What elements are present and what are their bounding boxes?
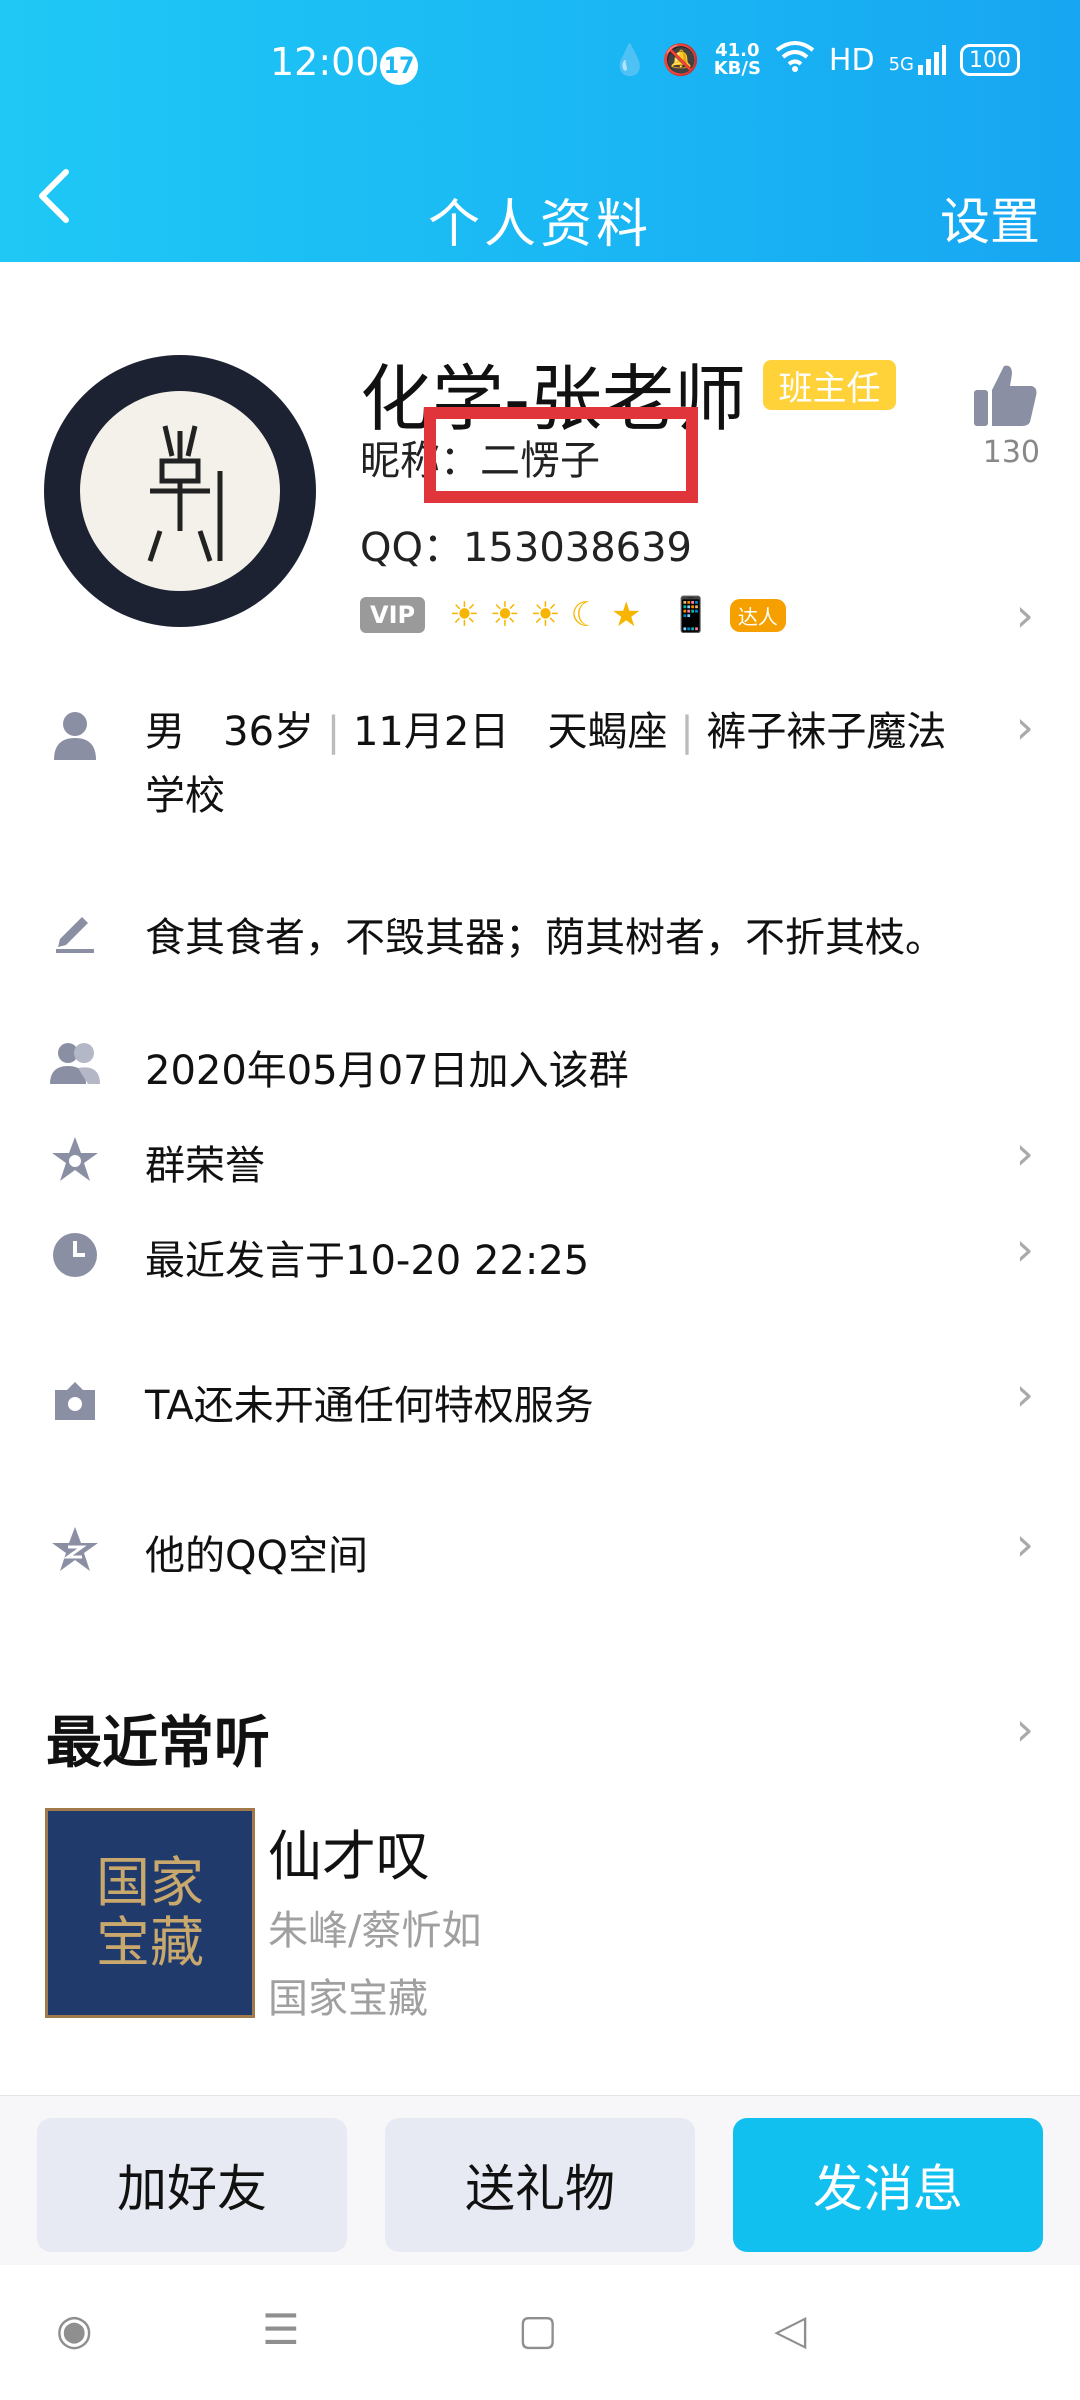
avatar-image (80, 391, 280, 591)
send-message-button[interactable]: 发消息 (733, 2118, 1043, 2252)
page-title: 个人资料 (427, 195, 652, 255)
sun-icon: ☀ (489, 595, 521, 635)
nav-bar: 个人资料 设置 (0, 132, 1080, 262)
hd-label: HD (828, 42, 875, 78)
album-cover[interactable]: 国家宝藏 (45, 1808, 255, 2018)
edit-pen-icon (50, 905, 100, 955)
like-button[interactable] (970, 360, 1040, 434)
group-honor[interactable]: 群荣誉 (145, 1133, 265, 1191)
privilege-icon (50, 1375, 100, 1425)
home-icon[interactable]: ▢ (518, 2305, 558, 2354)
album-cover-text: 国家宝藏 (96, 1851, 204, 1974)
level-badges[interactable]: VIP ☀ ☀ ☀ ☾ ★ 📱 达人 (360, 590, 786, 640)
chevron-right-icon[interactable]: › (1016, 1126, 1034, 1180)
qq-number: QQ：153038639 (360, 525, 693, 571)
chevron-right-icon[interactable]: › (1016, 588, 1034, 642)
system-nav-bar: ◉ ☰ ▢ ◁ (0, 2265, 1080, 2400)
phone-wing-icon: 📱 (669, 595, 712, 635)
birthday: 11月2日 (352, 709, 510, 755)
sun-icon: ☀ (449, 595, 480, 635)
clock-icon (50, 1230, 100, 1280)
thumbs-up-icon (974, 365, 1037, 426)
role-tag: 班主任 (763, 360, 896, 410)
gender: 男 (145, 709, 185, 755)
age: 36岁 (223, 709, 315, 755)
header: 12:00 17 💧 🔕 41.0 KB/S HD 5G 100 个人资料 设置 (0, 0, 1080, 262)
net-speed: 41.0 KB/S (714, 42, 761, 78)
status-icons: 💧 🔕 41.0 KB/S HD 5G 100 (611, 40, 1020, 80)
star-icon: ★ (611, 595, 642, 635)
assistant-icon[interactable]: ◉ (56, 2305, 93, 2354)
back-triangle-icon[interactable]: ◁ (774, 2305, 806, 2354)
signal-icon: 5G (889, 45, 946, 75)
notification-count-badge: 17 (380, 47, 418, 85)
avatar[interactable] (44, 355, 316, 627)
recent-listen-title: 最近常听 (46, 1711, 270, 1776)
album-name: 国家宝藏 (268, 1976, 428, 2022)
zodiac: 天蝎座 (547, 709, 668, 755)
mute-icon: 🔕 (662, 42, 700, 78)
battery-icon: 100 (960, 44, 1020, 76)
honor-star-icon (50, 1135, 100, 1185)
chevron-right-icon[interactable]: › (1016, 1702, 1034, 1756)
divider: | (326, 709, 353, 755)
joined-date: 2020年05月07日加入该群 (145, 1048, 629, 1094)
chevron-right-icon[interactable]: › (1016, 1367, 1034, 1421)
water-drop-icon: 💧 (610, 42, 649, 78)
person-icon (50, 710, 100, 760)
moon-icon: ☾ (570, 595, 602, 635)
add-friend-button[interactable]: 加好友 (37, 2118, 347, 2252)
song-title[interactable]: 仙才叹 (268, 1812, 430, 1891)
qzone-link[interactable]: 他的QQ空间 (145, 1523, 368, 1581)
like-count: 130 (982, 435, 1040, 470)
menu-icon[interactable]: ☰ (262, 2305, 300, 2354)
chevron-right-icon[interactable]: › (1016, 700, 1034, 754)
wifi-icon (775, 40, 815, 80)
qzone-star-icon (50, 1525, 100, 1575)
basic-info[interactable]: 男 36岁 | 11月2日 天蝎座 | 裤子袜子魔法学校 (145, 700, 985, 828)
highlight-box (424, 407, 698, 503)
chevron-right-icon[interactable]: › (1016, 1517, 1034, 1571)
daren-badge: 达人 (729, 598, 786, 632)
song-artist: 朱峰/蔡忻如 (268, 1908, 482, 1954)
signature: 食其食者，不毁其器；荫其树者，不折其枝。 (145, 915, 945, 961)
group-icon (50, 1038, 100, 1088)
divider: | (680, 709, 707, 755)
chevron-right-icon[interactable]: › (1016, 1222, 1034, 1276)
network-type: 5G (888, 54, 914, 75)
net-speed-unit: KB/S (713, 58, 761, 79)
status-bar: 12:00 17 💧 🔕 41.0 KB/S HD 5G 100 (0, 0, 1080, 132)
settings-button[interactable]: 设置 (940, 182, 1040, 254)
action-bar: 加好友 送礼物 发消息 (0, 2095, 1080, 2265)
last-speak[interactable]: 最近发言于10-20 22:25 (145, 1228, 589, 1286)
privilege-status[interactable]: TA还未开通任何特权服务 (145, 1373, 594, 1431)
status-time: 12:00 (270, 40, 380, 84)
send-gift-button[interactable]: 送礼物 (385, 2118, 695, 2252)
sun-icon: ☀ (530, 595, 561, 635)
vip-badge: VIP (360, 597, 426, 633)
